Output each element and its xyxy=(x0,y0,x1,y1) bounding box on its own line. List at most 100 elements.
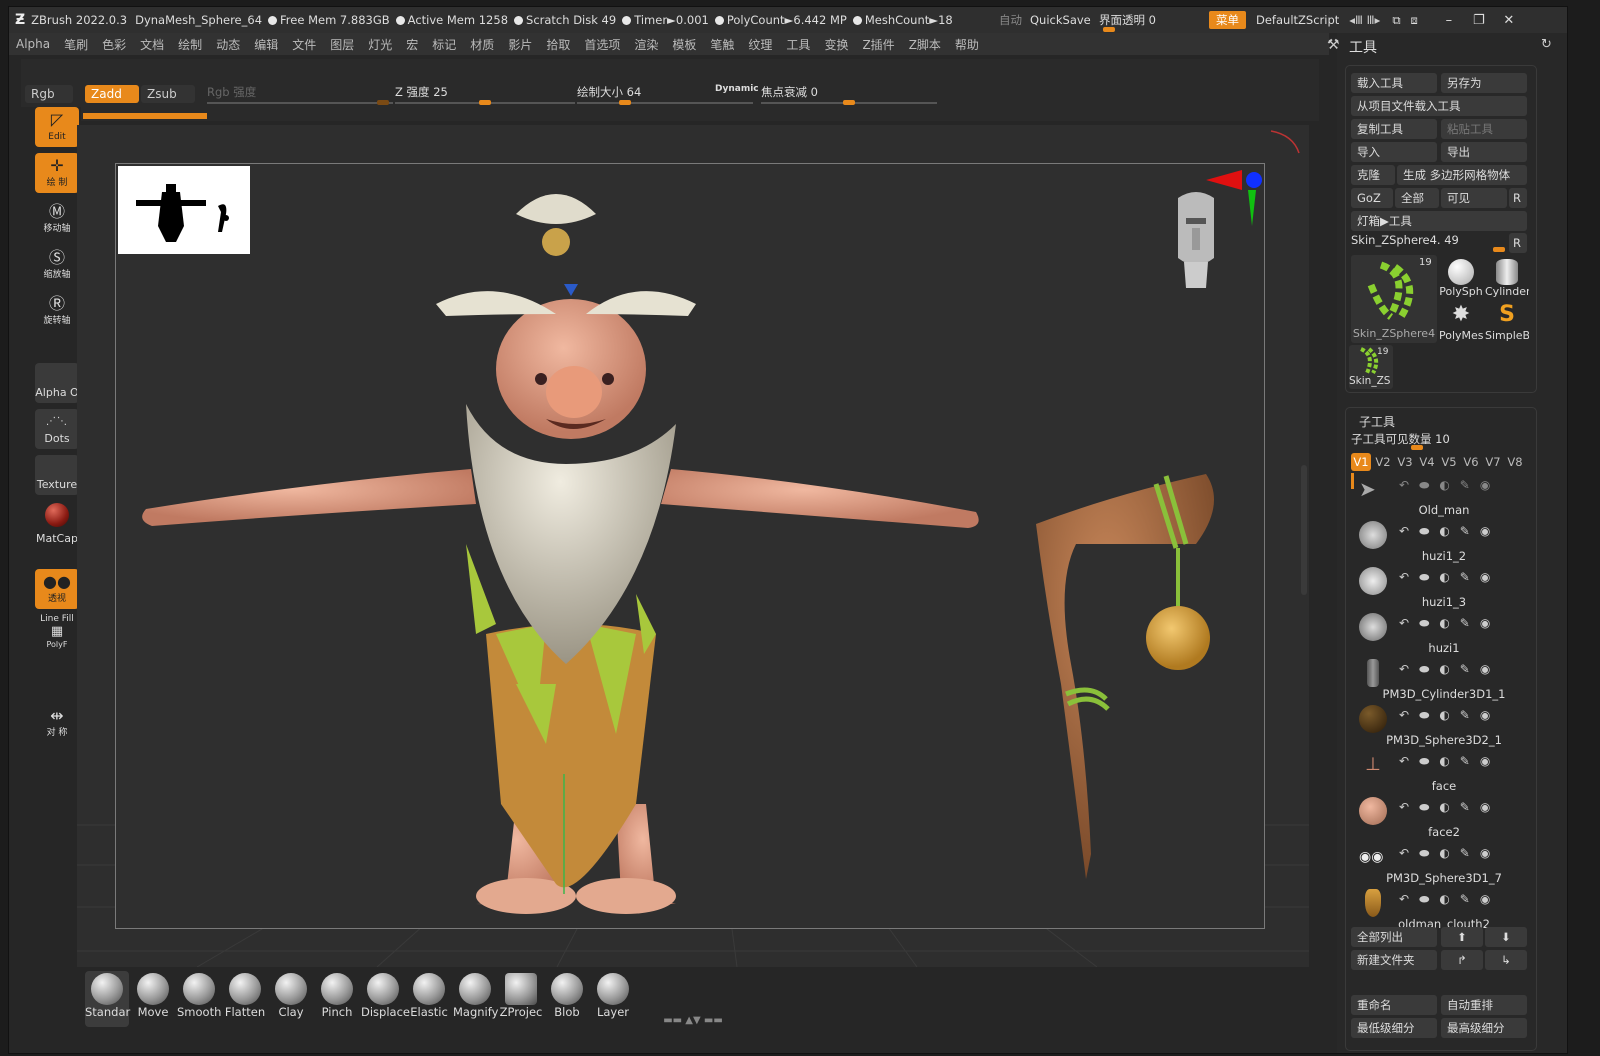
current-tool-knob[interactable] xyxy=(1493,247,1505,252)
brush-icon[interactable]: ↶ xyxy=(1399,570,1409,584)
zsub-toggle[interactable]: Zsub xyxy=(141,85,195,103)
half-circle-icon[interactable]: ◐ xyxy=(1439,754,1449,768)
menu-zplugin[interactable]: Z插件 xyxy=(855,36,901,53)
menu-file[interactable]: 文件 xyxy=(285,36,323,53)
edit-button[interactable]: ◸ Edit xyxy=(35,107,79,147)
rotate-button[interactable]: Ⓡ 旋转轴 xyxy=(35,291,79,331)
eye-icon[interactable]: ◉ xyxy=(1480,892,1490,906)
z-intensity-knob[interactable] xyxy=(479,100,491,105)
brush-zproject[interactable]: ZProjec xyxy=(499,971,543,1027)
subtool-row[interactable]: ↶ ⬬ ◐ ✎ ◉ huzi1_2 xyxy=(1359,519,1529,565)
brush-pen-icon[interactable]: ✎ xyxy=(1460,846,1470,860)
focal-shift-knob[interactable] xyxy=(843,100,855,105)
menu-help[interactable]: 帮助 xyxy=(948,36,986,53)
copy-tool-button[interactable]: 复制工具 xyxy=(1351,119,1437,139)
tool-thumb-skin-zsphere[interactable]: 19 Skin_ZSphere4 xyxy=(1351,255,1437,343)
subtool-row[interactable]: ↶ ⬬ ◐ ✎ ◉ PM3D_Cylinder3D1_1 xyxy=(1359,657,1529,703)
linefill-button[interactable]: Line Fill ▦ PolyF xyxy=(35,613,79,649)
toggle-icon[interactable]: ⬬ xyxy=(1419,892,1429,907)
menu-layer[interactable]: 图层 xyxy=(323,36,361,53)
tool-thumb-small-skin[interactable]: 19 Skin_ZS xyxy=(1349,345,1393,389)
scale-button[interactable]: Ⓢ 缩放轴 xyxy=(35,245,79,285)
tool-r-button[interactable]: R xyxy=(1509,233,1527,253)
toggle-icon[interactable]: ⬬ xyxy=(1419,524,1429,539)
goz-button[interactable]: GoZ xyxy=(1351,188,1393,208)
layout-icon[interactable]: ⧉ xyxy=(1392,13,1400,28)
brush-pen-icon[interactable]: ✎ xyxy=(1460,662,1470,676)
half-circle-icon[interactable]: ◐ xyxy=(1439,892,1449,906)
brush-standard[interactable]: Standar xyxy=(85,971,130,1027)
minimize-icon[interactable]: – xyxy=(1434,13,1464,28)
menu-picker[interactable]: 拾取 xyxy=(539,36,577,53)
brush-icon[interactable]: ↶ xyxy=(1399,616,1409,630)
load-from-project-button[interactable]: 从项目文件载入工具 xyxy=(1351,96,1527,116)
menu-macro[interactable]: 宏 xyxy=(399,36,425,53)
stroke-dots-button[interactable]: ⋰⋱ Dots xyxy=(35,409,79,449)
eye-icon[interactable]: ◉ xyxy=(1480,800,1490,814)
transparency-knob[interactable] xyxy=(1103,27,1115,32)
move-button[interactable]: Ⓜ 移动轴 xyxy=(35,199,79,239)
clone-button[interactable]: 克隆 xyxy=(1351,165,1395,185)
load-tool-button[interactable]: 载入工具 xyxy=(1351,73,1437,93)
close-icon[interactable]: ✕ xyxy=(1494,13,1524,28)
menu-toggle-button[interactable]: 菜单 xyxy=(1209,11,1246,29)
brush-flatten[interactable]: Flatten xyxy=(223,971,267,1027)
half-circle-icon[interactable]: ◐ xyxy=(1439,708,1449,722)
move-up-button[interactable]: ⬆ xyxy=(1441,927,1483,947)
brush-pen-icon[interactable]: ✎ xyxy=(1460,570,1470,584)
brush-icon[interactable]: ↶ xyxy=(1399,478,1409,492)
menu-dynamics[interactable]: 动态 xyxy=(209,36,247,53)
menu-texture[interactable]: 纹理 xyxy=(741,36,779,53)
subtool-row[interactable]: ↶ ⬬ ◐ ✎ ◉ PM3D_Sphere3D2_1 xyxy=(1359,703,1529,749)
brush-icon[interactable]: ↶ xyxy=(1399,754,1409,768)
brush-icon[interactable]: ↶ xyxy=(1399,524,1409,538)
alpha-button[interactable]: Alpha O xyxy=(35,363,79,403)
half-circle-icon[interactable]: ◐ xyxy=(1439,616,1449,630)
tab-v4[interactable]: V4 xyxy=(1417,453,1437,471)
brush-smooth[interactable]: Smooth xyxy=(177,971,221,1027)
make-polymesh-button[interactable]: 生成 多边形网格物体 xyxy=(1397,165,1527,185)
half-circle-icon[interactable]: ◐ xyxy=(1439,524,1449,538)
draw-size-slider[interactable] xyxy=(577,102,753,104)
visible-count-knob[interactable] xyxy=(1411,445,1423,450)
tab-v1[interactable]: V1 xyxy=(1351,453,1371,471)
tab-v3[interactable]: V3 xyxy=(1395,453,1415,471)
menu-movie[interactable]: 影片 xyxy=(501,36,539,53)
rgb-intensity-slider[interactable] xyxy=(207,102,393,104)
toggle-icon[interactable]: ⬬ xyxy=(1419,570,1429,585)
auto-reorder-button[interactable]: 自动重排 xyxy=(1441,995,1527,1015)
paste-tool-button[interactable]: 粘贴工具 xyxy=(1441,119,1527,139)
subtool-row[interactable]: ↶ ⬬ ◐ ✎ ◉ huzi1_3 xyxy=(1359,565,1529,611)
brush-magnify[interactable]: Magnify xyxy=(453,971,498,1027)
layout2-icon[interactable]: ⧈ xyxy=(1411,13,1418,28)
brush-displace[interactable]: Displace xyxy=(361,971,410,1027)
toggle-icon[interactable]: ⬬ xyxy=(1419,478,1429,493)
half-circle-icon[interactable]: ◐ xyxy=(1439,662,1449,676)
lowest-subdiv-button[interactable]: 最低级细分 xyxy=(1351,1018,1437,1038)
brush-pen-icon[interactable]: ✎ xyxy=(1460,478,1470,492)
brush-pen-icon[interactable]: ✎ xyxy=(1460,800,1470,814)
right-tray-handle[interactable] xyxy=(1301,465,1307,595)
document-canvas[interactable] xyxy=(115,163,1265,929)
brush-elastic[interactable]: Elastic xyxy=(407,971,451,1027)
menu-transform[interactable]: 变换 xyxy=(817,36,855,53)
lightbox-tools-button[interactable]: 灯箱▶工具 xyxy=(1351,211,1527,231)
menu-light[interactable]: 灯光 xyxy=(361,36,399,53)
restore-icon[interactable]: ❐ xyxy=(1464,13,1494,28)
current-tool-slider[interactable]: Skin_ZSphere4. 49 xyxy=(1351,233,1507,252)
down-right-arrow-button[interactable]: ↳ xyxy=(1485,950,1527,970)
brush-icon[interactable]: ↶ xyxy=(1399,800,1409,814)
tool-thumb-polymesh[interactable]: ✸ PolyMes xyxy=(1439,301,1483,345)
goz-visible-button[interactable]: 可见 xyxy=(1441,188,1507,208)
symmetry-button[interactable]: ⇹ 对 称 xyxy=(35,703,79,743)
tool-thumb-cylinder[interactable]: Cylinder xyxy=(1485,255,1529,299)
menu-color[interactable]: 色彩 xyxy=(95,36,133,53)
toggle-icon[interactable]: ⬬ xyxy=(1419,846,1429,861)
brush-move[interactable]: Move xyxy=(131,971,175,1027)
tab-v5[interactable]: V5 xyxy=(1439,453,1459,471)
new-folder-button[interactable]: 新建文件夹 xyxy=(1351,950,1437,970)
tab-v7[interactable]: V7 xyxy=(1483,453,1503,471)
rgb-toggle[interactable]: Rgb xyxy=(25,85,73,103)
subtool-row[interactable]: ⊥ ↶ ⬬ ◐ ✎ ◉ face xyxy=(1359,749,1529,795)
tab-v8[interactable]: V8 xyxy=(1505,453,1525,471)
